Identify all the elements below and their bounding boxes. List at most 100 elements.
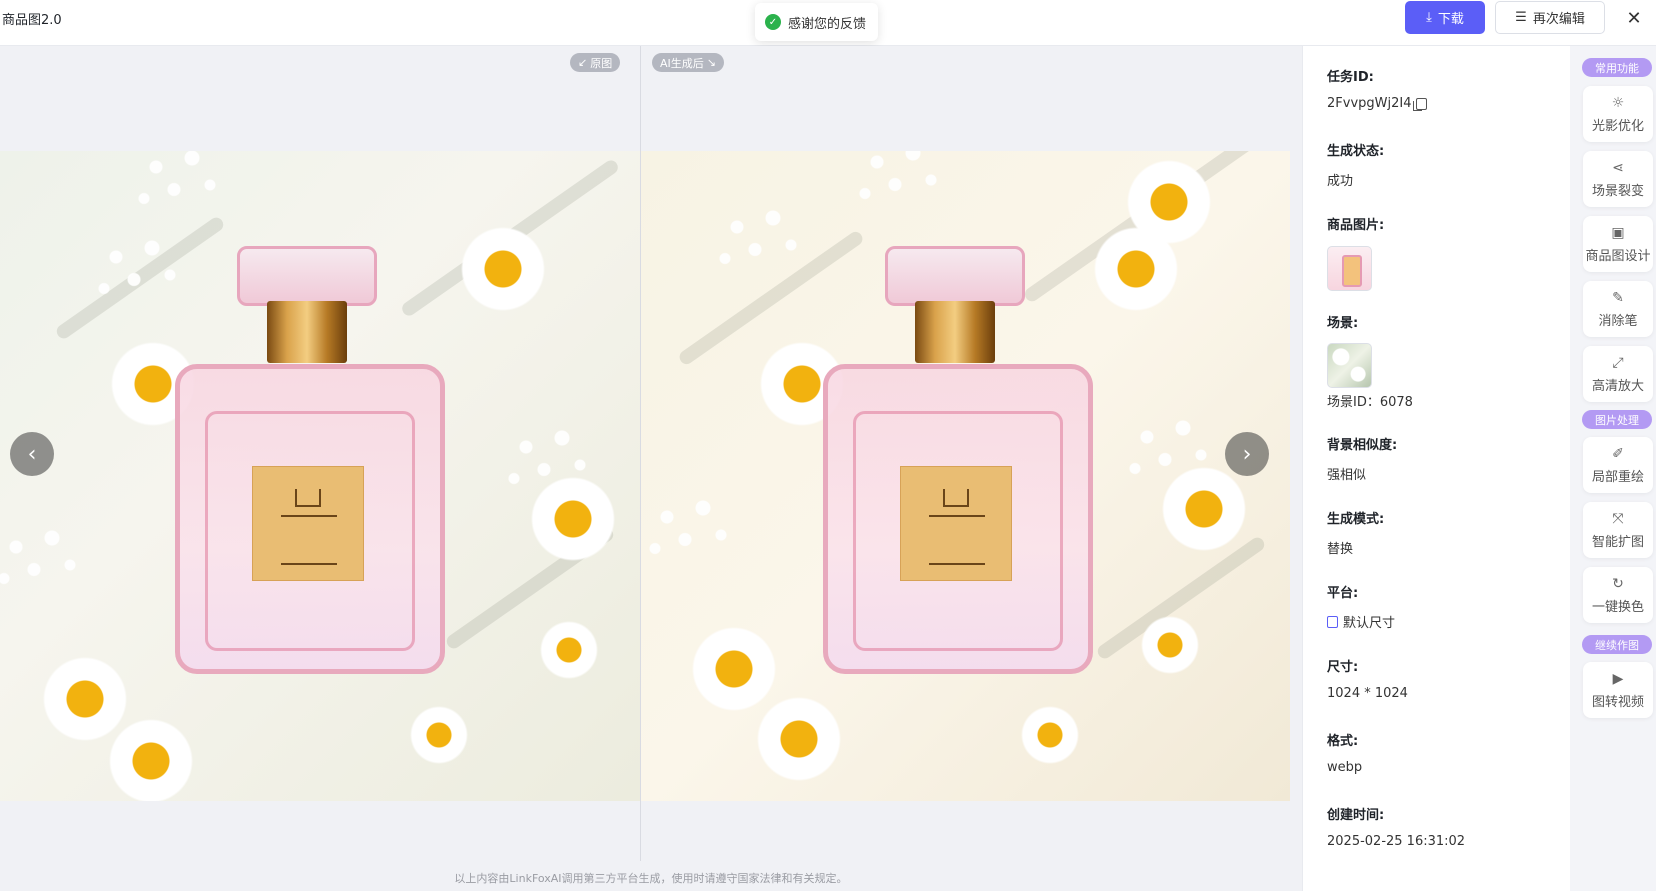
scene-label: 场景: <box>1327 316 1359 331</box>
status-label: 生成状态: <box>1327 144 1385 159</box>
ai-tag-label: AI生成后 <box>660 56 704 70</box>
crown-logo <box>943 489 969 507</box>
reedit-label: 再次编辑 <box>1532 12 1585 27</box>
bottle-collar <box>267 301 347 363</box>
tool-product-design[interactable]: ▣ 商品图设计 <box>1583 216 1653 272</box>
label-line <box>281 563 337 565</box>
daisy-flower <box>1161 466 1247 552</box>
status-value: 成功 <box>1327 174 1354 189</box>
page-title: 商品图2.0 <box>2 13 62 28</box>
perfume-bottle <box>823 246 1103 686</box>
section-continue: 继续作图 <box>1582 635 1652 654</box>
sun-icon: ☼ <box>1611 94 1625 111</box>
bottle-cap <box>237 246 377 306</box>
daisy-flower <box>42 656 128 742</box>
tool-label: 场景裂变 <box>1591 183 1644 199</box>
tool-label: 智能扩图 <box>1591 534 1644 550</box>
product-image-thumbnail[interactable] <box>1327 246 1372 291</box>
daisy-flower <box>1093 226 1179 312</box>
created-value: 2025-02-25 16:31:02 <box>1327 834 1466 849</box>
task-id-label: 任务ID: <box>1327 70 1374 85</box>
platform-text: 默认尺寸 <box>1343 616 1396 631</box>
tool-scene-variant[interactable]: ⋖ 场景裂变 <box>1583 151 1653 207</box>
flower-cluster <box>841 151 961 216</box>
label-line <box>929 563 985 565</box>
bottle-label <box>252 466 364 581</box>
bg-similarity-value: 强相似 <box>1327 468 1367 483</box>
tool-recolor[interactable]: ↻ 一键换色 <box>1583 567 1653 623</box>
label-line <box>281 515 337 517</box>
ai-tag: AI生成后 ↘ <box>652 53 724 72</box>
scene-thumbnail[interactable] <box>1327 343 1372 388</box>
size-label: 尺寸: <box>1327 660 1359 675</box>
edit-icon: ✐ <box>1612 445 1624 462</box>
flower-cluster <box>0 511 100 601</box>
original-tag: ↙ 原图 <box>570 53 621 72</box>
expand-icon: ⤢ <box>1612 354 1624 371</box>
daisy-flower <box>410 706 468 764</box>
chevron-right-icon[interactable]: › <box>1225 432 1269 476</box>
tool-label: 图转视频 <box>1591 694 1644 710</box>
scene-id: 场景ID：6078 <box>1327 395 1413 410</box>
task-id-value: 2FvvpgWj2I4 <box>1327 96 1428 111</box>
eraser-icon: ✎ <box>1612 289 1624 306</box>
perfume-bottle <box>175 246 455 686</box>
crown-logo <box>295 489 321 507</box>
compare-area: ↙ 原图 AI生成后 ↘ <box>0 46 1302 891</box>
tool-inpaint[interactable]: ✐ 局部重绘 <box>1583 437 1653 493</box>
recolor-icon: ↻ <box>1612 575 1624 592</box>
daisy-flower <box>1141 616 1199 674</box>
close-icon[interactable]: ✕ <box>1622 6 1646 30</box>
size-value: 1024 * 1024 <box>1327 686 1408 701</box>
disclaimer-text: 以上内容由LinkFoxAI调用第三方平台生成，使用时请遵守国家法律和有关规定。 <box>454 872 848 885</box>
tool-label: 高清放大 <box>1591 378 1644 394</box>
tool-label: 局部重绘 <box>1591 469 1644 485</box>
arrow-down-left-icon: ↙ <box>578 56 588 69</box>
product-image-label: 商品图片: <box>1327 218 1385 233</box>
daisy-flower <box>108 718 194 801</box>
bottle-cap <box>885 246 1025 306</box>
section-image: 图片处理 <box>1582 410 1652 429</box>
tool-lighting[interactable]: ☼ 光影优化 <box>1583 86 1653 142</box>
section-common: 常用功能 <box>1582 58 1652 77</box>
task-id-text: 2FvvpgWj2I4 <box>1327 96 1412 111</box>
bg-similarity-label: 背景相似度: <box>1327 438 1398 453</box>
platform-label: 平台: <box>1327 586 1359 601</box>
label-line <box>929 515 985 517</box>
chevron-left-icon[interactable]: ‹ <box>10 432 54 476</box>
tool-image-to-video[interactable]: ▶ 图转视频 <box>1583 662 1653 718</box>
tools-sidebar: 常用功能 ☼ 光影优化 ⋖ 场景裂变 ▣ 商品图设计 ✎ 消除笔 ⤢ 高清放大 … <box>1570 46 1656 891</box>
format-label: 格式: <box>1327 734 1359 749</box>
tool-upscale[interactable]: ⤢ 高清放大 <box>1583 346 1653 402</box>
reedit-button[interactable]: ☰ 再次编辑 <box>1495 1 1605 34</box>
original-image <box>0 151 640 801</box>
share-icon: ⋖ <box>1612 159 1624 176</box>
created-label: 创建时间: <box>1327 808 1385 823</box>
daisy-flower <box>1021 706 1079 764</box>
daisy-flower <box>530 476 616 562</box>
download-button[interactable]: ⤓ 下载 <box>1405 1 1485 34</box>
format-value: webp <box>1327 760 1363 775</box>
tool-label: 商品图设计 <box>1585 248 1651 264</box>
ai-generated-image <box>641 151 1290 801</box>
tool-outpaint[interactable]: ⤧ 智能扩图 <box>1583 502 1653 558</box>
feedback-toast: ✓ 感谢您的反馈 <box>755 3 879 41</box>
flower-cluster <box>641 481 751 571</box>
tool-label: 光影优化 <box>1591 118 1644 134</box>
mode-label: 生成模式: <box>1327 512 1385 527</box>
tool-label: 一键换色 <box>1591 599 1644 615</box>
flower-cluster <box>120 151 240 221</box>
sliders-icon: ☰ <box>1515 10 1527 25</box>
outpaint-icon: ⤧ <box>1612 510 1624 527</box>
tool-label: 消除笔 <box>1598 313 1638 329</box>
download-label: 下载 <box>1437 12 1464 27</box>
tool-eraser[interactable]: ✎ 消除笔 <box>1583 281 1653 337</box>
toast-message: 感谢您的反馈 <box>788 16 867 32</box>
daisy-flower <box>756 696 842 782</box>
copy-icon[interactable] <box>1413 97 1428 111</box>
original-tag-label: 原图 <box>590 56 613 70</box>
arrow-down-right-icon: ↘ <box>706 56 716 69</box>
platform-icon <box>1327 615 1338 628</box>
video-icon: ▶ <box>1612 670 1624 687</box>
daisy-flower <box>691 626 777 712</box>
